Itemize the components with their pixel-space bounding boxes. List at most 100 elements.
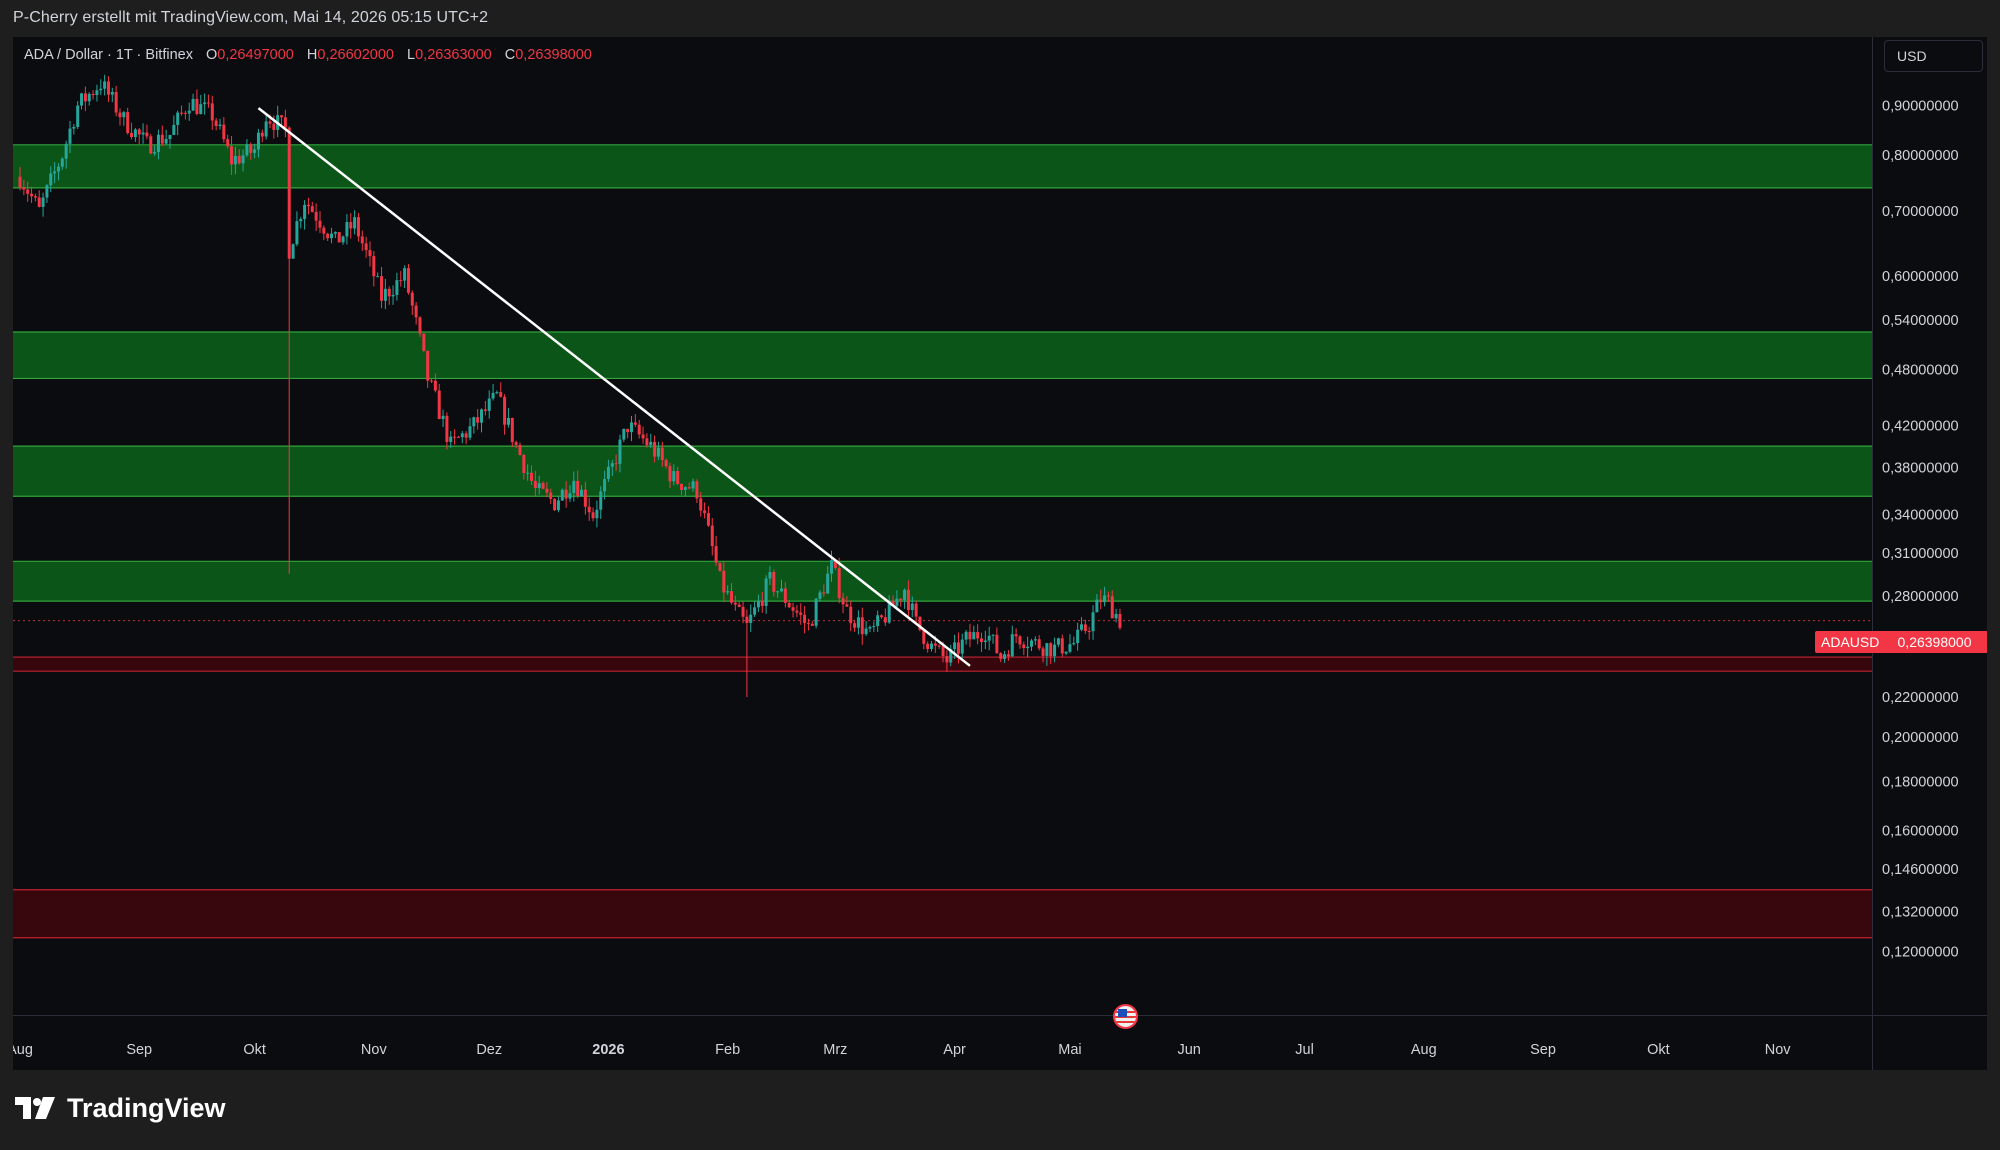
price-tick-label: 0,12000000	[1882, 944, 1959, 960]
candle-down	[30, 193, 34, 197]
candle-down	[741, 606, 745, 617]
candle-down	[803, 614, 807, 623]
candle-up	[560, 489, 564, 501]
candle-up	[441, 415, 445, 420]
candle-down	[22, 187, 26, 190]
candle-down	[210, 103, 214, 121]
candle-up	[87, 93, 91, 102]
candle-down	[499, 392, 503, 397]
candle-down	[137, 129, 141, 135]
candle-down	[418, 317, 422, 334]
currency-selector[interactable]: USD	[1884, 40, 1983, 72]
symbol-title[interactable]: ADA / Dollar · 1T · Bitfinex	[24, 47, 193, 63]
candle-down	[687, 487, 691, 489]
candle-up	[672, 471, 676, 482]
candle-down	[883, 617, 887, 623]
candle-down	[230, 146, 234, 165]
price-tick-label: 0,54000000	[1882, 313, 1959, 329]
high-label: H	[306, 47, 318, 63]
candle-up	[964, 631, 968, 640]
candle-down	[822, 592, 826, 594]
candle-up	[164, 139, 168, 144]
candle-up	[233, 155, 237, 165]
candle-down	[453, 436, 457, 438]
candle-down	[364, 243, 368, 251]
us-flag-event-icon[interactable]	[1113, 1004, 1138, 1029]
candle-down	[360, 236, 364, 244]
candle-down	[464, 433, 468, 438]
price-tick-label: 0,38000000	[1882, 461, 1959, 477]
candle-down	[995, 634, 999, 654]
candle-down	[845, 604, 849, 607]
candle-down	[1110, 596, 1114, 619]
candle-up	[814, 598, 818, 626]
candle-down	[549, 492, 553, 499]
candle-up	[341, 236, 345, 243]
candle-down	[314, 211, 318, 221]
candle-up	[241, 155, 245, 164]
candle-down	[503, 396, 507, 425]
candle-up	[768, 572, 772, 579]
candle-up	[1029, 640, 1033, 647]
candle-down	[772, 572, 776, 592]
candle-up	[383, 288, 387, 301]
price-tick-label: 0,18000000	[1882, 774, 1959, 790]
candle-down	[380, 276, 384, 301]
candle-up	[122, 112, 126, 118]
candle-down	[706, 513, 710, 526]
candle-down	[626, 428, 630, 433]
candle-up	[41, 197, 45, 207]
candle-up	[830, 560, 834, 574]
candle-down	[1118, 613, 1122, 628]
price-tick-label: 0,31000000	[1882, 546, 1959, 562]
candle-up	[776, 591, 780, 593]
candle-down	[206, 102, 210, 104]
candle-down	[430, 380, 434, 382]
open-label: O	[205, 47, 218, 63]
candle-down	[760, 600, 764, 606]
candle-down	[426, 350, 430, 381]
price-tick-label: 0,80000000	[1882, 148, 1959, 164]
candle-up	[876, 615, 880, 627]
candle-up	[53, 171, 57, 174]
price-tick-label: 0,70000000	[1882, 204, 1959, 220]
candle-down	[1099, 599, 1103, 603]
candle-down	[545, 488, 549, 493]
candle-up	[172, 124, 176, 135]
candle-up	[930, 643, 934, 649]
candle-down	[553, 498, 557, 511]
candle-up	[753, 607, 757, 615]
tradingview-logo[interactable]: TradingView	[15, 1093, 226, 1124]
candle-down	[541, 483, 545, 489]
candle-down	[149, 136, 153, 154]
chart-svg[interactable]: 0,90000000 0,80000000 0,70000000 0,60000000…	[13, 37, 1987, 1070]
candle-up	[1045, 643, 1049, 656]
candle-down	[849, 606, 853, 624]
candle-down	[614, 463, 618, 465]
candle-up	[618, 439, 622, 464]
time-tick-label: Okt	[1647, 1042, 1670, 1058]
candle-down	[1049, 643, 1053, 657]
candle-up	[68, 128, 72, 144]
candle-down	[979, 638, 983, 643]
candle-up	[818, 592, 822, 599]
zone-danger-4	[13, 657, 1872, 672]
candle-up	[895, 598, 899, 606]
candle-down	[680, 483, 684, 490]
candle-down	[222, 124, 226, 140]
candle-down	[372, 256, 376, 277]
current-price-symbol-tag: ADAUSD	[1815, 631, 1886, 653]
candle-down	[703, 510, 707, 514]
candle-up	[826, 573, 830, 594]
candle-down	[791, 607, 795, 611]
candle-up	[556, 500, 560, 511]
candle-up	[603, 479, 607, 492]
chart-area[interactable]: 0,90000000 0,80000000 0,70000000 0,60000000…	[13, 37, 1987, 1070]
candle-down	[249, 144, 253, 153]
candle-down	[783, 588, 787, 603]
candle-down	[860, 617, 864, 635]
candle-up	[191, 98, 195, 111]
candle-down	[510, 417, 514, 443]
candle-down	[837, 568, 841, 599]
candle-up	[403, 268, 407, 281]
